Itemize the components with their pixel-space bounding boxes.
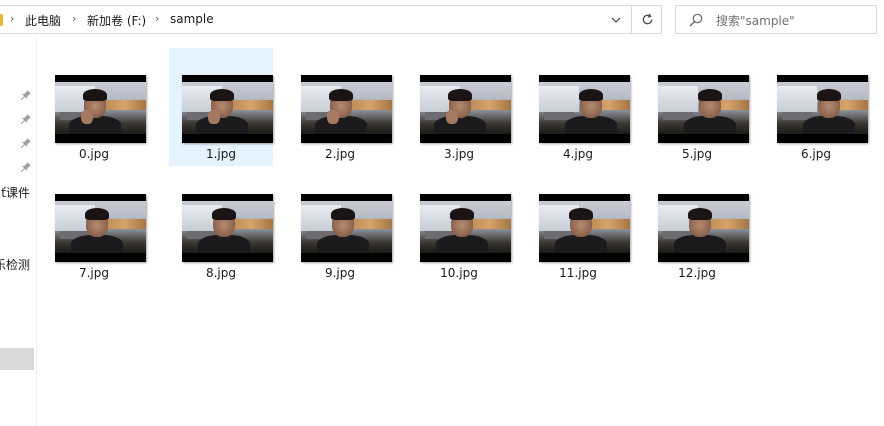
file-item[interactable]: 8.jpg bbox=[169, 167, 273, 285]
file-list: 0.jpg 1.jpg 2.jpg 3.jpg 4.jpg 5.jpg 6.jpg 7.jpg… bbox=[38, 38, 884, 426]
file-name: 9.jpg bbox=[324, 266, 356, 280]
breadcrumb-sample[interactable]: sample bbox=[170, 12, 214, 26]
image-thumbnail bbox=[658, 75, 749, 143]
pin-icon bbox=[20, 90, 31, 101]
image-thumbnail bbox=[420, 194, 511, 262]
breadcrumb-drive-f[interactable]: 新加卷 (F:) bbox=[87, 12, 146, 29]
file-item[interactable]: 5.jpg bbox=[645, 48, 749, 166]
file-name: 1.jpg bbox=[205, 147, 237, 161]
file-name: 5.jpg bbox=[681, 147, 713, 161]
thumbnail-photo bbox=[539, 201, 630, 253]
pin-icon bbox=[20, 162, 31, 173]
thumbnail-photo bbox=[539, 82, 630, 134]
image-thumbnail bbox=[777, 75, 868, 143]
image-thumbnail bbox=[539, 75, 630, 143]
file-name: 8.jpg bbox=[205, 266, 237, 280]
chevron-right-icon[interactable]: › bbox=[155, 12, 159, 25]
file-name: 11.jpg bbox=[559, 266, 597, 280]
image-thumbnail bbox=[301, 194, 392, 262]
image-thumbnail bbox=[182, 75, 273, 143]
file-item[interactable]: 0.jpg bbox=[42, 48, 146, 166]
navigation-pane: ť课件 乐检测 bbox=[0, 38, 37, 426]
file-item[interactable]: 7.jpg bbox=[42, 167, 146, 285]
quick-access-item-detection[interactable]: 乐检测 bbox=[0, 256, 30, 273]
thumbnail-photo bbox=[55, 82, 146, 134]
folder-icon bbox=[0, 14, 3, 26]
breadcrumb-this-pc[interactable]: 此电脑 bbox=[25, 12, 61, 29]
image-thumbnail bbox=[55, 75, 146, 143]
file-name: 12.jpg bbox=[678, 266, 716, 280]
chevron-right-icon[interactable]: › bbox=[72, 12, 76, 25]
thumbnail-photo bbox=[301, 82, 392, 134]
file-item[interactable]: 9.jpg bbox=[288, 167, 392, 285]
thumbnail-photo bbox=[55, 201, 146, 253]
chevron-right-icon[interactable]: › bbox=[10, 12, 14, 25]
file-item[interactable]: 10.jpg bbox=[407, 167, 511, 285]
thumbnail-photo bbox=[658, 82, 749, 134]
nav-selected-item[interactable] bbox=[0, 348, 34, 370]
file-name: 6.jpg bbox=[800, 147, 832, 161]
file-name: 2.jpg bbox=[324, 147, 356, 161]
image-thumbnail bbox=[182, 194, 273, 262]
thumbnail-photo bbox=[420, 82, 511, 134]
image-thumbnail bbox=[420, 75, 511, 143]
file-name: 7.jpg bbox=[78, 266, 110, 280]
file-name: 4.jpg bbox=[562, 147, 594, 161]
search-input[interactable]: 搜索"sample" bbox=[716, 12, 795, 29]
thumbnail-photo bbox=[777, 82, 868, 134]
file-item[interactable]: 12.jpg bbox=[645, 167, 749, 285]
thumbnail-photo bbox=[301, 201, 392, 253]
file-name: 0.jpg bbox=[78, 147, 110, 161]
quick-access-item-courseware[interactable]: ť课件 bbox=[1, 184, 30, 201]
search-box[interactable]: 搜索"sample" bbox=[675, 5, 877, 34]
thumbnail-photo bbox=[420, 201, 511, 253]
thumbnail-photo bbox=[182, 82, 273, 134]
address-bar[interactable]: › 此电脑 › 新加卷 (F:) › sample bbox=[0, 5, 662, 34]
file-item[interactable]: 1.jpg bbox=[169, 48, 273, 166]
search-icon bbox=[689, 13, 703, 27]
file-item[interactable]: 3.jpg bbox=[407, 48, 511, 166]
file-item[interactable]: 2.jpg bbox=[288, 48, 392, 166]
file-item[interactable]: 4.jpg bbox=[526, 48, 630, 166]
refresh-button[interactable] bbox=[631, 6, 662, 33]
image-thumbnail bbox=[539, 194, 630, 262]
file-item[interactable]: 11.jpg bbox=[526, 167, 630, 285]
pin-icon bbox=[20, 114, 31, 125]
toolbar: › 此电脑 › 新加卷 (F:) › sample 搜索"sample" bbox=[0, 0, 884, 38]
thumbnail-photo bbox=[182, 201, 273, 253]
file-name: 10.jpg bbox=[440, 266, 478, 280]
image-thumbnail bbox=[658, 194, 749, 262]
image-thumbnail bbox=[55, 194, 146, 262]
pin-icon bbox=[20, 138, 31, 149]
refresh-icon bbox=[642, 13, 652, 25]
image-thumbnail bbox=[301, 75, 392, 143]
thumbnail-photo bbox=[658, 201, 749, 253]
file-name: 3.jpg bbox=[443, 147, 475, 161]
file-item[interactable]: 6.jpg bbox=[764, 48, 868, 166]
address-history-button[interactable] bbox=[603, 6, 629, 33]
chevron-down-icon bbox=[611, 17, 621, 23]
